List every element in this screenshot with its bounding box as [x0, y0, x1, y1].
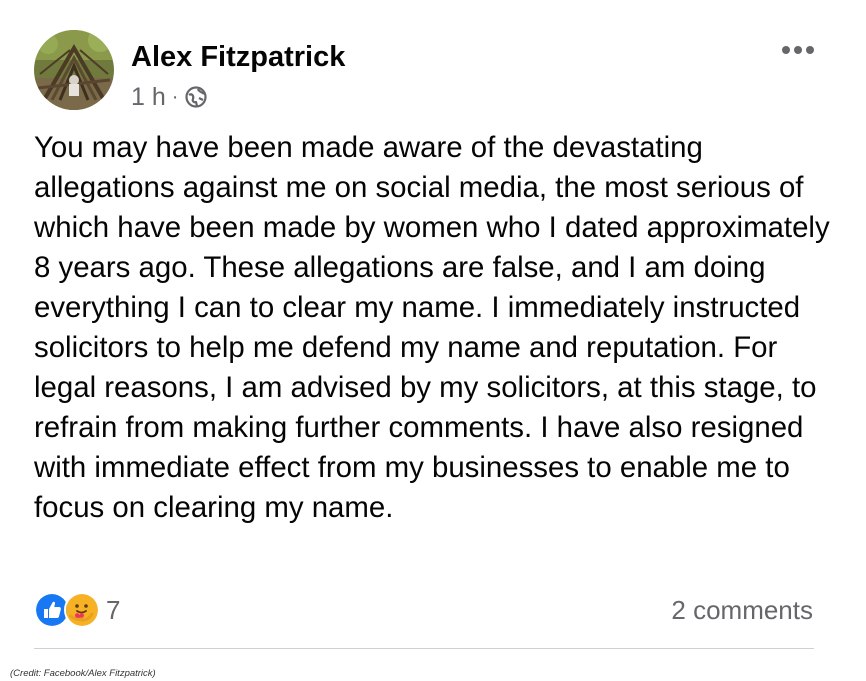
meta-separator: ·	[171, 86, 179, 108]
care-icon	[64, 592, 100, 628]
avatar[interactable]	[34, 30, 114, 110]
more-options-icon	[782, 46, 814, 54]
post-timestamp[interactable]: 1 h	[131, 83, 166, 111]
divider	[34, 648, 814, 649]
facebook-post: Alex Fitzpatrick 1 h · You may have been…	[0, 0, 866, 681]
more-options-button[interactable]	[776, 38, 820, 62]
reaction-count[interactable]: 7	[106, 594, 120, 626]
post-meta: 1 h ·	[131, 83, 208, 111]
avatar-photo	[34, 30, 114, 110]
author-name[interactable]: Alex Fitzpatrick	[131, 40, 345, 74]
image-credit: (Credit: Facebook/Alex Fitzpatrick)	[10, 668, 156, 679]
post-body: You may have been made aware of the deva…	[34, 131, 830, 524]
reactions-summary[interactable]: 7	[34, 592, 120, 628]
globe-icon[interactable]	[185, 86, 208, 108]
comments-count-link[interactable]: 2 comments	[671, 594, 813, 626]
